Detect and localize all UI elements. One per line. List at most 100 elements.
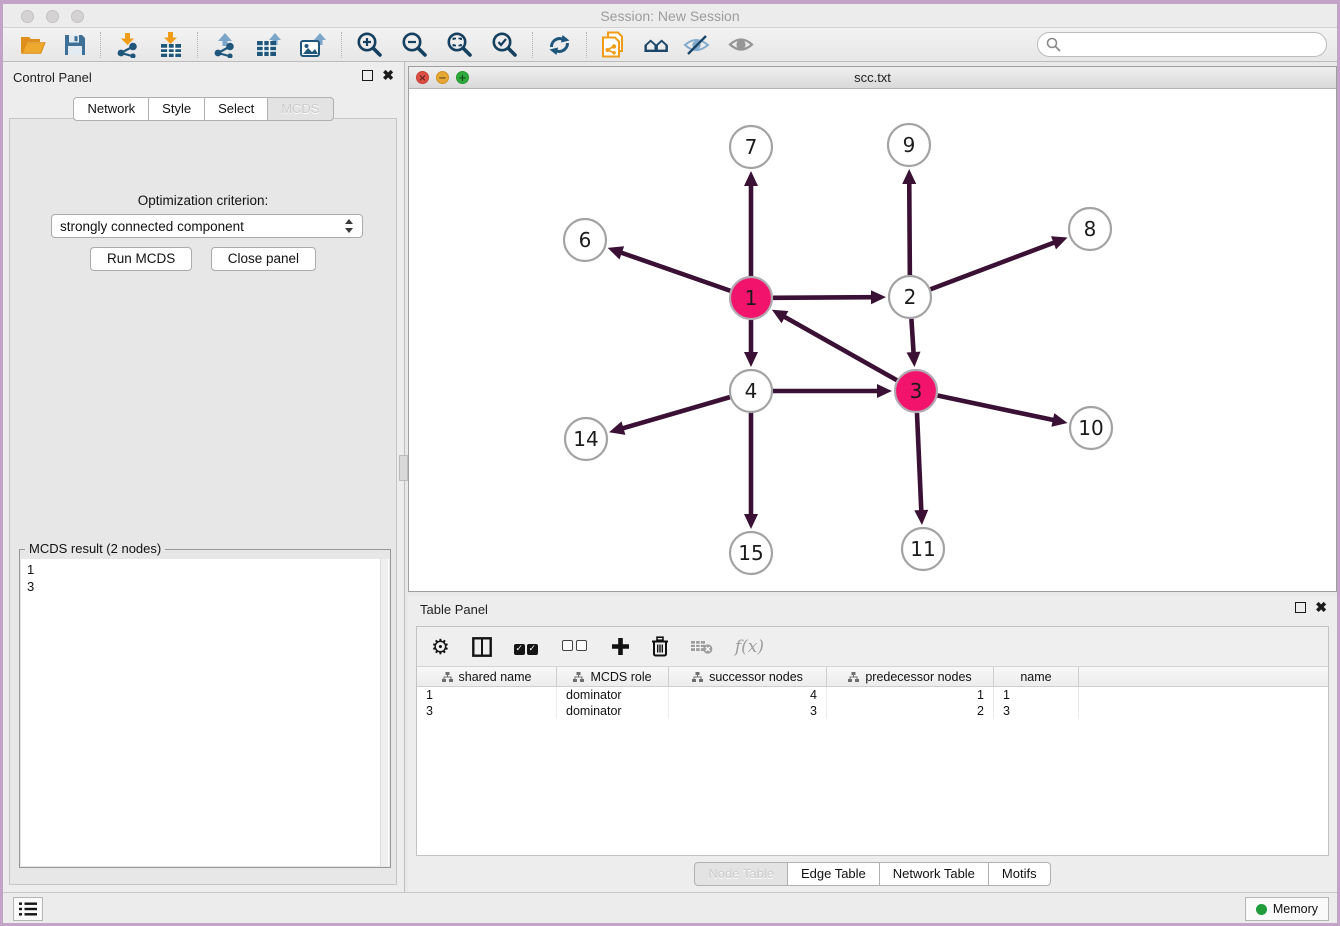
show-view-button[interactable] [719, 30, 763, 60]
graph-node-7[interactable]: 7 [730, 126, 772, 168]
graph-node-2[interactable]: 2 [889, 276, 931, 318]
table-cell: 1 [994, 687, 1079, 703]
network-window-titlebar[interactable]: × − + scc.txt [409, 67, 1336, 89]
float-table-panel-icon[interactable] [1295, 602, 1306, 613]
graph-edge-4-3[interactable] [773, 384, 892, 398]
table-tab-edge-table[interactable]: Edge Table [787, 862, 880, 886]
graph-node-10[interactable]: 10 [1070, 407, 1112, 449]
zoom-fit-button[interactable] [437, 30, 482, 60]
result-scrollbar[interactable] [380, 559, 388, 866]
close-table-panel-icon[interactable]: ✖ [1315, 602, 1327, 613]
column-header-label: successor nodes [709, 670, 803, 684]
network-canvas[interactable]: 7 9 6 8 1 2 4 3 14 10 15 11 [409, 89, 1336, 591]
column-header-successor-nodes[interactable]: successor nodes [669, 667, 827, 686]
unchecked-boxes-icon[interactable] [562, 638, 590, 656]
dropdown-stepper-icon [344, 218, 354, 234]
memory-button[interactable]: Memory [1245, 897, 1329, 921]
svg-text:2: 2 [904, 285, 917, 309]
main-toolbar: ⌂⌂ [3, 28, 1337, 62]
save-session-button[interactable] [55, 30, 95, 60]
mcds-result-text: 1 3 [21, 559, 389, 597]
export-table-icon [256, 32, 282, 58]
graph-node-15[interactable]: 15 [730, 532, 772, 574]
table-row[interactable]: 1dominator411 [417, 687, 1328, 703]
checked-boxes-icon[interactable]: ✓✓ [514, 638, 540, 656]
gear-icon[interactable]: ⚙ [431, 637, 450, 657]
hide-view-button[interactable] [674, 30, 719, 60]
sort-tree-icon [442, 672, 453, 682]
graph-node-8[interactable]: 8 [1069, 208, 1111, 250]
export-image-button[interactable] [291, 30, 336, 60]
refresh-button[interactable] [538, 30, 581, 60]
svg-text:9: 9 [903, 133, 916, 157]
zoom-out-icon [401, 31, 428, 58]
table-row[interactable]: 3dominator323 [417, 703, 1328, 719]
svg-text:8: 8 [1084, 217, 1097, 241]
column-header-name[interactable]: name [994, 667, 1079, 686]
graph-edge-2-8[interactable] [931, 236, 1068, 289]
graph-edge-4-14[interactable] [609, 397, 730, 435]
svg-text:14: 14 [573, 427, 598, 451]
column-header-predecessor-nodes[interactable]: predecessor nodes [827, 667, 994, 686]
search-input[interactable] [1037, 32, 1327, 57]
tab-select[interactable]: Select [204, 97, 268, 121]
task-history-button[interactable] [13, 897, 43, 921]
close-panel-icon[interactable]: ✖ [382, 70, 394, 81]
graph-edge-1-4[interactable] [744, 320, 758, 367]
run-mcds-button[interactable]: Run MCDS [90, 247, 192, 271]
toolbar-separator [586, 32, 587, 58]
graph-edge-3-10[interactable] [938, 396, 1068, 427]
close-panel-button[interactable]: Close panel [211, 247, 316, 271]
zoom-selected-button[interactable] [482, 30, 527, 60]
graph-edge-3-11[interactable] [914, 413, 928, 525]
table-tab-motifs[interactable]: Motifs [988, 862, 1051, 886]
memory-status-icon [1256, 904, 1267, 915]
graph-node-14[interactable]: 14 [565, 418, 607, 460]
table-tab-network-table[interactable]: Network Table [879, 862, 989, 886]
graph-node-4[interactable]: 4 [730, 370, 772, 412]
column-header-shared-name[interactable]: shared name [417, 667, 557, 686]
zoom-fit-icon [446, 31, 473, 58]
graph-node-9[interactable]: 9 [888, 124, 930, 166]
table-toolbar: ⚙ ✓✓ [417, 627, 1328, 667]
list-icon [19, 902, 37, 916]
open-file-icon [20, 34, 46, 56]
graph-node-6[interactable]: 6 [564, 219, 606, 261]
import-network-button[interactable] [106, 30, 150, 60]
tab-mcds[interactable]: MCDS [267, 97, 333, 121]
graph-edge-1-2[interactable] [773, 290, 886, 304]
table-tab-node-table[interactable]: Node Table [694, 862, 788, 886]
clone-network-button[interactable] [592, 30, 634, 60]
graph-edge-4-15[interactable] [744, 413, 758, 529]
graph-edge-1-7[interactable] [744, 171, 758, 276]
zoom-out-button[interactable] [392, 30, 437, 60]
graph-edge-3-1[interactable] [772, 310, 897, 380]
network-view-window: × − + scc.txt 7 9 6 8 1 2 4 3 14 10 15 11 [408, 66, 1337, 592]
zoom-in-button[interactable] [347, 30, 392, 60]
table-column-headers: shared nameMCDS role successor nodes prede… [417, 667, 1328, 687]
graph-edge-1-6[interactable] [608, 246, 731, 290]
graph-edge-2-3[interactable] [907, 319, 921, 367]
graph-node-3[interactable]: 3 [895, 370, 937, 412]
export-network-button[interactable] [203, 30, 247, 60]
trash-icon[interactable] [651, 636, 669, 657]
network-window-title: scc.txt [409, 70, 1336, 85]
column-header-MCDS-role[interactable]: MCDS role [557, 667, 669, 686]
columns-icon[interactable] [472, 637, 492, 657]
houses-button[interactable]: ⌂⌂ [634, 30, 674, 60]
optimization-dropdown[interactable]: strongly connected component [51, 214, 363, 238]
memory-label: Memory [1273, 902, 1318, 916]
graph-node-1[interactable]: 1 [730, 277, 772, 319]
tab-style[interactable]: Style [148, 97, 205, 121]
float-panel-icon[interactable] [362, 70, 373, 81]
plus-icon[interactable] [612, 638, 629, 655]
svg-text:15: 15 [738, 541, 763, 565]
graph-node-11[interactable]: 11 [902, 528, 944, 570]
open-file-button[interactable] [11, 30, 55, 60]
tab-network[interactable]: Network [73, 97, 149, 121]
graph-edge-2-9[interactable] [902, 169, 916, 275]
mcds-result-area[interactable]: 1 3 [21, 559, 389, 866]
panel-splitter-grip[interactable] [399, 455, 408, 481]
import-table-button[interactable] [150, 30, 192, 60]
export-table-button[interactable] [247, 30, 291, 60]
